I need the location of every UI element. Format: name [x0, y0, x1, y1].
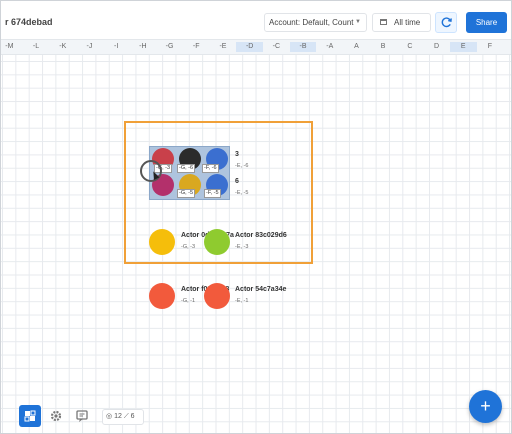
column-label: -C: [272, 43, 281, 50]
actor-node[interactable]: [149, 283, 175, 309]
actor-coord: -G, -3: [181, 244, 196, 250]
actor-node[interactable]: [204, 283, 230, 309]
column-label: A: [354, 43, 359, 50]
column-label: F: [487, 43, 493, 50]
settings-button[interactable]: [45, 405, 67, 427]
chevron-down-icon: ▼: [355, 19, 361, 25]
column-header-ruler: -M -L -K -J -I -H -G -F -E -D -C -B -A A B C D E F: [1, 39, 511, 55]
column-label: B: [380, 43, 386, 50]
time-range-button[interactable]: All time: [372, 13, 431, 32]
actor-node[interactable]: [204, 229, 230, 255]
column-label: -H: [139, 43, 147, 50]
layers-icon: [24, 410, 36, 422]
account-select-label: Account: Default, Count: [269, 18, 354, 27]
comments-button[interactable]: [71, 405, 93, 427]
refresh-icon: [441, 17, 452, 28]
graph-stats: ◎ 12 ⟋ 6: [102, 409, 144, 425]
bottom-toolbar: ◎ 12 ⟋ 6: [1, 403, 161, 429]
links-count: 6: [130, 413, 135, 420]
group-coord: -E, -6: [235, 163, 249, 169]
calendar-icon: [380, 19, 387, 25]
cursor-indicator: [140, 160, 162, 182]
comment-icon: [76, 410, 88, 422]
actor-coord: -G, -1: [181, 298, 196, 304]
column-label: -D: [236, 42, 263, 52]
actors-count: 12: [114, 413, 122, 420]
add-button[interactable]: +: [469, 390, 502, 423]
column-label: -A: [326, 43, 334, 50]
refresh-button[interactable]: [435, 12, 457, 33]
links-icon: ⟋: [123, 413, 129, 420]
share-button[interactable]: Share: [466, 12, 507, 33]
actor-label: Actor 83c029d6: [235, 232, 287, 239]
account-select[interactable]: Account: Default, Count ▼: [264, 13, 367, 32]
app-window: r 674debad Account: Default, Count ▼ All…: [0, 0, 512, 434]
column-label: C: [407, 43, 413, 50]
column-label: D: [434, 43, 440, 50]
coord-tag: -F, -6: [202, 164, 219, 173]
column-label: -G: [165, 43, 174, 50]
pointer-icon: [150, 170, 160, 180]
coord-tag: -F, -5: [204, 189, 221, 198]
link-icon: [0, 405, 15, 427]
coord-tag: -G, -5: [177, 189, 196, 198]
gear-icon: [50, 410, 62, 422]
time-range-label: All time: [394, 18, 421, 27]
top-toolbar: r 674debad Account: Default, Count ▼ All…: [1, 1, 511, 39]
group-count: 3: [235, 151, 239, 158]
column-label: -F: [192, 43, 200, 50]
graph-title: r 674debad: [5, 17, 53, 27]
actor-node[interactable]: [149, 229, 175, 255]
group-coord: -E, -5: [235, 190, 249, 196]
layers-button[interactable]: [19, 405, 41, 427]
group-count: 6: [235, 178, 239, 185]
actor-coord: -E, -1: [235, 298, 249, 304]
column-label: -B: [289, 42, 317, 52]
link-tool-button[interactable]: [0, 405, 15, 427]
actors-icon: ◎: [106, 413, 113, 420]
actor-coord: -E, -3: [235, 244, 249, 250]
column-label: -M: [5, 43, 14, 50]
coord-tag: -G, -6: [177, 164, 196, 173]
column-label: -J: [86, 43, 93, 50]
column-label: -L: [32, 43, 40, 50]
actor-label: Actor 54c7a34e: [235, 286, 287, 293]
column-label: -I: [114, 43, 119, 50]
column-label: E: [449, 42, 477, 52]
column-label: -K: [59, 43, 67, 50]
column-label: -E: [219, 43, 227, 50]
